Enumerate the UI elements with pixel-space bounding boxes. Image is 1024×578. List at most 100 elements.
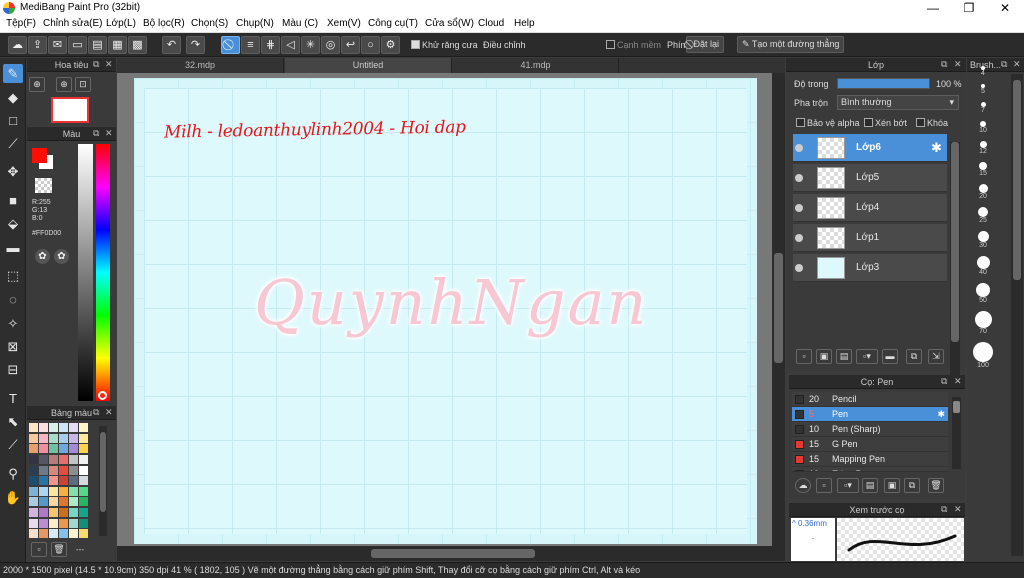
color-swatch[interactable] xyxy=(59,465,68,475)
brush-size-item[interactable]: 12 xyxy=(970,141,996,155)
color-swatch[interactable] xyxy=(39,529,48,539)
color-swatch[interactable] xyxy=(39,476,48,486)
color-swatch[interactable] xyxy=(49,518,58,528)
brush-trash-icon[interactable]: 🗑 xyxy=(928,478,944,493)
color-swatch[interactable] xyxy=(29,423,38,432)
color-swatch[interactable] xyxy=(59,486,68,496)
color-swatch[interactable] xyxy=(39,423,48,432)
eye-icon[interactable] xyxy=(795,174,803,182)
color-swatch[interactable] xyxy=(79,497,88,507)
comment-icon[interactable]: ✉ xyxy=(48,36,67,54)
palette-scroll-thumb[interactable] xyxy=(100,432,106,512)
curve-snap-icon[interactable]: ↩ xyxy=(341,36,360,54)
color-swatch[interactable] xyxy=(59,476,68,486)
color-swatch[interactable] xyxy=(49,529,58,539)
magic-wand-icon[interactable]: ✧ xyxy=(3,314,23,333)
canvas-vertical-scrollbar[interactable] xyxy=(772,73,785,546)
brush-size-item[interactable]: 10 xyxy=(970,121,996,134)
menu-tools[interactable]: Công cụ(T) xyxy=(368,18,418,29)
brush-size-item[interactable]: 100 xyxy=(970,342,996,369)
menu-cloud[interactable]: Cloud xyxy=(478,18,504,29)
panel-close-icon[interactable]: ✕ xyxy=(105,59,113,70)
brush-menu-icon[interactable]: ▫▾ xyxy=(837,478,859,493)
rect-tool-icon[interactable]: □ xyxy=(3,111,23,130)
color-swatch[interactable] xyxy=(29,444,38,454)
color-swatch[interactable] xyxy=(79,476,88,486)
brush-size-item[interactable]: 30 xyxy=(970,231,996,249)
color-swatch[interactable] xyxy=(59,529,68,539)
menu-color[interactable]: Màu (C) xyxy=(282,18,318,29)
zoom-in-button-icon[interactable]: ⊕ xyxy=(56,77,72,92)
close-button[interactable]: ✕ xyxy=(988,0,1022,16)
new-layer-copy-icon[interactable]: ▣ xyxy=(816,349,832,364)
cloud-brush-icon[interactable]: ☁ xyxy=(795,478,811,493)
menu-filter[interactable]: Bộ lọc(R) xyxy=(143,18,185,29)
canvas-horizontal-scrollbar[interactable] xyxy=(117,546,785,561)
new-brush-icon[interactable]: ▫ xyxy=(816,478,832,493)
popout-icon[interactable]: ⧉ xyxy=(941,59,947,70)
vertical-scroll-thumb[interactable] xyxy=(774,253,783,363)
brush-settings-icon[interactable]: ▤ xyxy=(862,478,878,493)
circle-snap-icon[interactable]: ◎ xyxy=(321,36,340,54)
eyedropper-tool-icon[interactable]: ⚲ xyxy=(3,464,23,483)
color-swatch[interactable] xyxy=(69,476,78,486)
brush-size-scrollbar[interactable] xyxy=(1011,74,1023,556)
color-swatch[interactable] xyxy=(69,518,78,528)
transparent-color-swatch[interactable] xyxy=(35,178,52,193)
tab-41-mdp[interactable]: 41.mdp xyxy=(453,58,619,73)
menu-help[interactable]: Help xyxy=(514,18,535,29)
new-palette-icon[interactable]: ▫ xyxy=(31,542,47,557)
color-swatch[interactable] xyxy=(49,497,58,507)
lasso-tool-icon[interactable]: ◌ xyxy=(3,290,23,309)
zoom-in-icon[interactable]: ⊕ xyxy=(29,77,45,92)
color-swatch[interactable] xyxy=(59,454,68,464)
primary-color-swatch[interactable] xyxy=(32,148,47,163)
color-swatch[interactable] xyxy=(79,486,88,496)
color-swatch[interactable] xyxy=(59,444,68,454)
layer-scrollbar[interactable] xyxy=(950,142,960,402)
soft-edge-checkbox[interactable]: Cạnh mềm xyxy=(606,40,661,50)
fill-rect-icon[interactable]: ■ xyxy=(3,191,23,210)
color-swatch[interactable] xyxy=(29,465,38,475)
color-swatch[interactable] xyxy=(39,508,48,518)
color-swatch[interactable] xyxy=(29,454,38,464)
brush-scroll-thumb[interactable] xyxy=(953,401,960,413)
popout-icon[interactable]: ⧉ xyxy=(941,504,947,515)
menu-edit[interactable]: Chỉnh sửa(E) xyxy=(43,18,103,29)
select-pen-icon[interactable]: ⊠ xyxy=(3,337,23,356)
brush-item[interactable]: 5 Pen ✱ xyxy=(792,407,948,422)
brush-size-scroll-thumb[interactable] xyxy=(1013,80,1021,280)
palette-more[interactable]: --- xyxy=(76,545,84,554)
color-swatch[interactable] xyxy=(69,508,78,518)
brush-item[interactable]: 15 Mapping Pen xyxy=(792,452,948,467)
share-icon[interactable]: ⇪ xyxy=(28,36,47,54)
gear-icon[interactable]: ✱ xyxy=(931,140,942,156)
color-swatch[interactable] xyxy=(69,444,78,454)
snap-settings-icon[interactable]: ⚙ xyxy=(381,36,400,54)
redo-icon[interactable]: ↷ xyxy=(186,36,205,54)
panel-close-icon[interactable]: ✕ xyxy=(954,376,962,387)
bucket-tool-icon[interactable]: ⬙ xyxy=(3,214,23,233)
panel-close-icon[interactable]: ✕ xyxy=(954,504,962,515)
tab-32-mdp[interactable]: 32.mdp xyxy=(117,58,284,73)
eye-icon[interactable] xyxy=(795,204,803,212)
canvas-paper[interactable]: Milh - ledoanthuylinh2004 - Hoi dap Quyn… xyxy=(134,78,757,544)
panel-icon[interactable]: ▦ xyxy=(108,36,127,54)
duplicate-layer-icon[interactable]: ⧉ xyxy=(906,349,922,364)
brush-size-item[interactable]: 20 xyxy=(970,184,996,200)
layer-item[interactable]: Lớp5 xyxy=(793,164,947,192)
brightness-slider[interactable] xyxy=(78,144,93,401)
cross-snap-icon[interactable]: ⋕ xyxy=(261,36,280,54)
color-swatch[interactable] xyxy=(49,444,58,454)
color-swatch[interactable] xyxy=(69,433,78,443)
color-swatch[interactable] xyxy=(49,465,58,475)
panel-close-icon[interactable]: ✕ xyxy=(1013,59,1021,70)
palette-add-icon[interactable]: ✿ xyxy=(54,249,69,264)
snap-off-icon[interactable]: ⃠ xyxy=(221,36,240,54)
layer-item[interactable]: Lớp6 ✱ xyxy=(793,134,947,162)
color-swatch[interactable] xyxy=(69,465,78,475)
blend-select[interactable]: Bình thường ▾ xyxy=(837,95,959,110)
brush-size-item[interactable]: 40 xyxy=(970,256,996,276)
brush-tool-icon[interactable]: ✎ xyxy=(3,64,23,83)
layer-scroll-thumb[interactable] xyxy=(951,142,959,342)
